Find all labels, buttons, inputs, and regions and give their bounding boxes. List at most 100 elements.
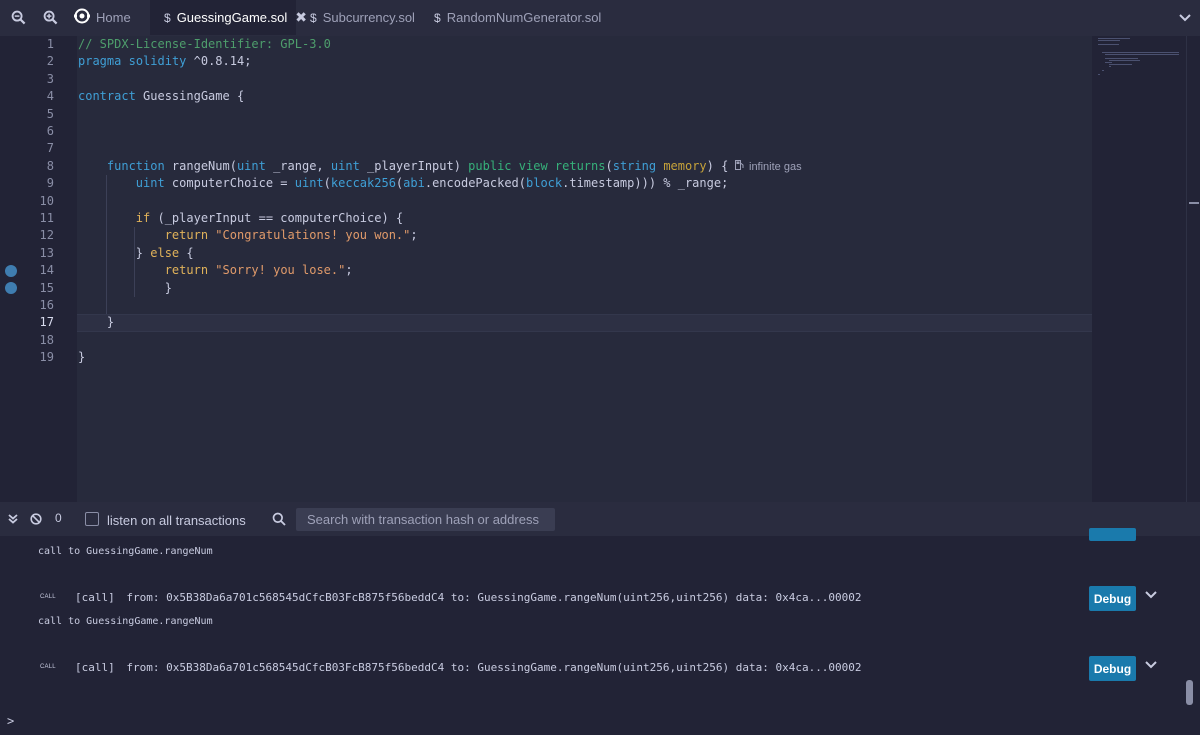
search-icon <box>272 512 286 531</box>
line-number[interactable]: 2 <box>0 53 54 70</box>
tab-label: RandomNumGenerator.sol <box>446 10 602 25</box>
code-line[interactable]: if (_playerInput == computerChoice) { <box>77 210 1092 227</box>
solidity-icon: $ <box>310 10 317 25</box>
minimap-line <box>1098 40 1120 41</box>
call-badge: CALL <box>40 594 56 600</box>
code-line[interactable]: } <box>77 280 1092 297</box>
line-number[interactable]: 9 <box>0 175 54 192</box>
pending-tx-count: 0 <box>55 511 62 525</box>
tab-randomnumgenerator[interactable]: $ RandomNumGenerator.sol <box>422 0 611 35</box>
code-line[interactable]: contract GuessingGame { <box>77 88 1092 105</box>
tx-summary-row[interactable]: [call] from: 0x5B38Da6a701c568545dCfcB03… <box>75 591 862 604</box>
code-line[interactable] <box>77 297 1092 314</box>
gas-text: infinite gas <box>749 160 802 173</box>
line-number[interactable]: 11 <box>0 210 54 227</box>
minimap-line <box>1105 62 1113 63</box>
line-number[interactable]: 7 <box>0 140 54 157</box>
code-line[interactable]: return "Sorry! you lose."; <box>77 262 1092 279</box>
line-number[interactable]: 16 <box>0 297 54 314</box>
code-line[interactable]: pragma solidity ^0.8.14; <box>77 53 1092 70</box>
line-number[interactable]: 6 <box>0 123 54 140</box>
line-number[interactable]: 5 <box>0 106 54 123</box>
line-number[interactable]: 19 <box>0 349 54 366</box>
terminal-scrollbar[interactable] <box>1186 680 1193 705</box>
code-line[interactable]: } <box>77 349 1092 366</box>
tx-data-label: data: <box>735 591 769 604</box>
breakpoint-marker[interactable] <box>5 264 17 277</box>
tx-data: 0x4ca...00002 <box>775 661 862 674</box>
tx-to-label: to: <box>450 591 471 604</box>
code-line[interactable] <box>77 106 1092 123</box>
double-chevron-down-icon[interactable] <box>6 511 20 527</box>
line-number-gutter[interactable]: 1 2 3 4 5 6 7 8 9 10 11 12 13 14 15 16 17 18 19 <box>0 36 77 502</box>
tx-search-box <box>296 508 555 531</box>
line-number[interactable]: 13 <box>0 245 54 262</box>
tx-search-input[interactable] <box>296 512 555 527</box>
line-number[interactable]: 3 <box>0 71 54 88</box>
line-number[interactable]: 1 <box>0 36 54 53</box>
debug-button[interactable]: Debug <box>1089 656 1136 681</box>
tx-to-label: to: <box>450 661 471 674</box>
code-line[interactable]: } else { <box>77 245 1092 262</box>
tab-guessinggame[interactable]: $ GuessingGame.sol ✖ <box>150 0 307 35</box>
clear-circle-icon[interactable] <box>29 511 43 527</box>
tx-tag: [call] <box>75 661 115 674</box>
fuel-pump-icon <box>735 159 744 173</box>
debug-button-clipped[interactable] <box>1089 528 1136 541</box>
editor-scrollbar[interactable] <box>1186 36 1200 502</box>
code-line[interactable]: // SPDX-License-Identifier: GPL-3.0 <box>77 36 1092 53</box>
zoom-out-icon[interactable] <box>0 0 36 35</box>
chevron-down-icon[interactable] <box>1145 588 1157 603</box>
minimap[interactable] <box>1092 36 1186 502</box>
minimap-line <box>1108 64 1133 65</box>
solidity-icon: $ <box>434 10 441 25</box>
tx-to: GuessingGame.rangeNum(uint256,uint256) <box>477 591 730 604</box>
code-line[interactable] <box>77 193 1092 210</box>
tab-label: Subcurrency.sol <box>322 10 415 25</box>
tab-home[interactable]: Home <box>64 0 150 35</box>
line-number[interactable]: 17 <box>0 314 54 331</box>
line-number[interactable]: 4 <box>0 88 54 105</box>
minimap-line <box>1101 70 1104 71</box>
tx-from-label: from: <box>126 591 160 604</box>
code-line[interactable] <box>77 71 1092 88</box>
call-to-text: call to GuessingGame.rangeNum <box>38 546 213 557</box>
line-number[interactable]: 12 <box>0 227 54 244</box>
tx-from-label: from: <box>126 661 160 674</box>
zoom-in-icon[interactable] <box>36 0 64 35</box>
tx-from: 0x5B38Da6a701c568545dCfcB03FcB875f56bedd… <box>166 661 445 674</box>
minimap-line <box>1101 52 1179 53</box>
code-line[interactable]: } <box>77 314 1092 331</box>
code-line[interactable] <box>77 332 1092 349</box>
chevron-down-icon[interactable] <box>1170 0 1200 35</box>
tx-summary-row[interactable]: [call] from: 0x5B38Da6a701c568545dCfcB03… <box>75 661 862 674</box>
terminal-prompt[interactable]: > <box>7 714 14 728</box>
listen-label: listen on all transactions <box>107 513 246 528</box>
tab-subcurrency[interactable]: $ Subcurrency.sol <box>296 0 422 35</box>
gas-estimate: infinite gas <box>735 159 802 173</box>
code-line[interactable]: function rangeNum(uint _range, uint _pla… <box>77 158 1092 175</box>
minimap-line <box>1108 66 1111 67</box>
minimap-line <box>1098 44 1119 45</box>
call-to-text: call to GuessingGame.rangeNum <box>38 616 213 627</box>
line-number[interactable]: 10 <box>0 193 54 210</box>
tx-data-label: data: <box>735 661 769 674</box>
terminal-output[interactable]: call to GuessingGame.rangeNum CALL [call… <box>0 528 1200 735</box>
tx-to: GuessingGame.rangeNum(uint256,uint256) <box>477 661 730 674</box>
chevron-down-icon[interactable] <box>1145 658 1157 673</box>
line-number[interactable]: 18 <box>0 332 54 349</box>
code-line[interactable]: return "Congratulations! you won."; <box>77 227 1092 244</box>
debug-button[interactable]: Debug <box>1089 586 1136 611</box>
code-line[interactable] <box>77 140 1092 157</box>
code-line[interactable]: uint computerChoice = uint(keccak256(abi… <box>77 175 1092 192</box>
minimap-line <box>1105 58 1139 59</box>
listen-checkbox[interactable] <box>85 512 99 526</box>
code-area[interactable]: // SPDX-License-Identifier: GPL-3.0 pragm… <box>77 36 1092 502</box>
code-line[interactable] <box>77 123 1092 140</box>
solidity-icon: $ <box>164 10 171 25</box>
code-editor[interactable]: 1 2 3 4 5 6 7 8 9 10 11 12 13 14 15 16 17 18 19 // SPDX-Li… <box>0 36 1200 502</box>
tx-from: 0x5B38Da6a701c568545dCfcB03FcB875f56bedd… <box>166 591 445 604</box>
tab-label: GuessingGame.sol <box>176 10 288 25</box>
line-number[interactable]: 8 <box>0 158 54 175</box>
minimap-line <box>1105 54 1179 55</box>
